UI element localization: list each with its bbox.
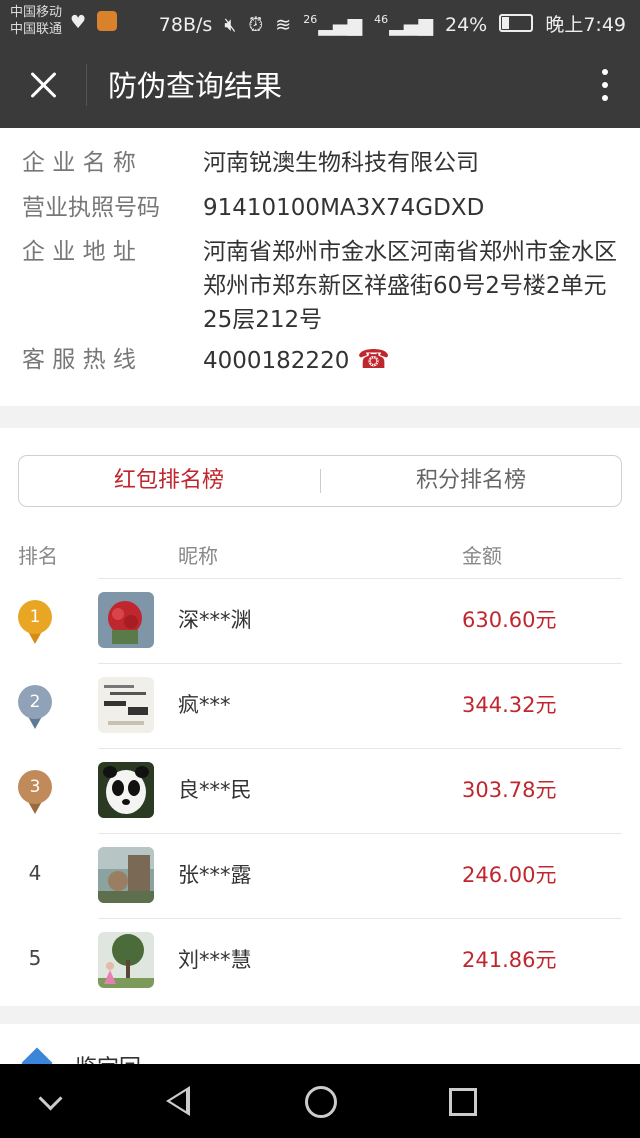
- table-row[interactable]: 4 张***露 246.00元: [0, 833, 640, 918]
- row-divider: [98, 748, 622, 749]
- close-button[interactable]: [22, 64, 64, 106]
- license-label: 营业执照号码: [22, 195, 160, 221]
- clock: 晚上7:49: [545, 14, 626, 36]
- signal-icon-1: 26: [303, 13, 318, 26]
- carrier-1: 中国移动: [10, 5, 63, 20]
- avatar: [98, 932, 154, 988]
- table-row[interactable]: 2 疯*** 344.32元: [0, 663, 640, 748]
- title-bar: 防伪查询结果: [0, 42, 640, 128]
- back-icon[interactable]: [166, 1086, 190, 1116]
- health-icon: ♥: [70, 12, 87, 33]
- status-bar: 中国移动 中国联通 ♥ 78B/s 🔇︎ ⏰︎ ≋ 26▂▄▆ 46▂▄▆ 24…: [0, 0, 640, 42]
- signal-icon-2: 46: [374, 13, 389, 26]
- nickname: 刘***慧: [178, 948, 252, 972]
- hotline-number[interactable]: 4000182220: [203, 348, 349, 374]
- company-info-card: 企 业 名 称 河南锐澳生物科技有限公司 营业执照号码 91410100MA3X…: [0, 128, 640, 406]
- alarm-icon: ⏰︎: [248, 14, 264, 36]
- column-header-rank: 排名: [18, 544, 58, 568]
- address-label: 企 业 地 址: [22, 239, 136, 265]
- status-right: 78B/s 🔇︎ ⏰︎ ≋ 26▂▄▆ 46▂▄▆ 24% 晚上7:49: [153, 10, 626, 37]
- ranking-tabs: 红包排名榜 积分排名榜: [18, 455, 622, 507]
- address-value: 河南省郑州市金水区河南省郑州市金水区郑州市郑东新区祥盛街60号2号楼2单元25层…: [203, 239, 617, 333]
- recent-apps-icon[interactable]: [449, 1088, 477, 1116]
- silver-medal-icon: 2: [18, 685, 52, 731]
- hotline-value[interactable]: 4000182220 ☎: [203, 343, 618, 378]
- amount: 241.86元: [462, 948, 557, 972]
- nickname: 疯***: [178, 693, 231, 717]
- avatar: [98, 762, 154, 818]
- gold-medal-icon: 1: [18, 600, 52, 646]
- tab-red-packet-ranking[interactable]: 红包排名榜: [19, 456, 319, 506]
- bottom-card[interactable]: 鉴定回: [0, 1024, 640, 1081]
- signal-bars-2: ▂▄▆: [389, 14, 433, 36]
- more-menu-button[interactable]: [600, 66, 610, 106]
- chevron-down-icon[interactable]: [38, 1086, 63, 1111]
- phone-icon[interactable]: ☎: [357, 345, 389, 375]
- row-divider: [98, 918, 622, 919]
- battery-icon: [499, 14, 534, 32]
- rank-number: 4: [28, 861, 42, 885]
- row-divider: [98, 578, 622, 579]
- table-row[interactable]: 5 刘***慧 241.86元: [0, 918, 640, 1003]
- company-name-label: 企 业 名 称: [22, 150, 136, 176]
- carrier-2: 中国联通: [10, 22, 63, 37]
- wifi-icon: ≋: [275, 14, 292, 36]
- company-name-value: 河南锐澳生物科技有限公司: [203, 150, 479, 176]
- row-divider: [98, 833, 622, 834]
- home-icon[interactable]: [305, 1086, 337, 1118]
- tab-points-ranking[interactable]: 积分排名榜: [321, 456, 621, 506]
- avatar: [98, 592, 154, 648]
- amount: 303.78元: [462, 778, 557, 802]
- avatar: [98, 677, 154, 733]
- avatar: [98, 847, 154, 903]
- hotline-label: 客 服 热 线: [22, 347, 136, 373]
- bronze-medal-icon: 3: [18, 770, 52, 816]
- battery-percent: 24%: [445, 14, 488, 36]
- amount: 344.32元: [462, 693, 557, 717]
- column-header-amount: 金额: [462, 544, 502, 568]
- divider: [86, 64, 87, 106]
- app-notification-icon: [97, 11, 117, 31]
- ranking-panel: 红包排名榜 积分排名榜 排名 昵称 金额 1 深***渊 630.60元 2 疯…: [0, 428, 640, 1006]
- page-title: 防伪查询结果: [108, 69, 283, 103]
- nickname: 深***渊: [178, 608, 252, 632]
- row-divider: [98, 663, 622, 664]
- net-speed: 78B/s: [158, 14, 213, 36]
- rank-number: 5: [28, 946, 42, 970]
- table-row[interactable]: 1 深***渊 630.60元: [0, 578, 640, 663]
- amount: 246.00元: [462, 863, 557, 887]
- nickname: 张***露: [178, 863, 252, 887]
- license-value: 91410100MA3X74GDXD: [203, 195, 485, 221]
- column-header-nickname: 昵称: [178, 544, 218, 568]
- carrier-info: 中国移动 中国联通: [10, 4, 62, 38]
- nickname: 良***民: [178, 778, 252, 802]
- signal-bars-1: ▂▄▆: [318, 14, 363, 36]
- mute-icon: 🔇︎: [224, 14, 237, 36]
- table-row[interactable]: 3 良***民 303.78元: [0, 748, 640, 833]
- system-navigation-bar: [0, 1064, 640, 1138]
- amount: 630.60元: [462, 608, 557, 632]
